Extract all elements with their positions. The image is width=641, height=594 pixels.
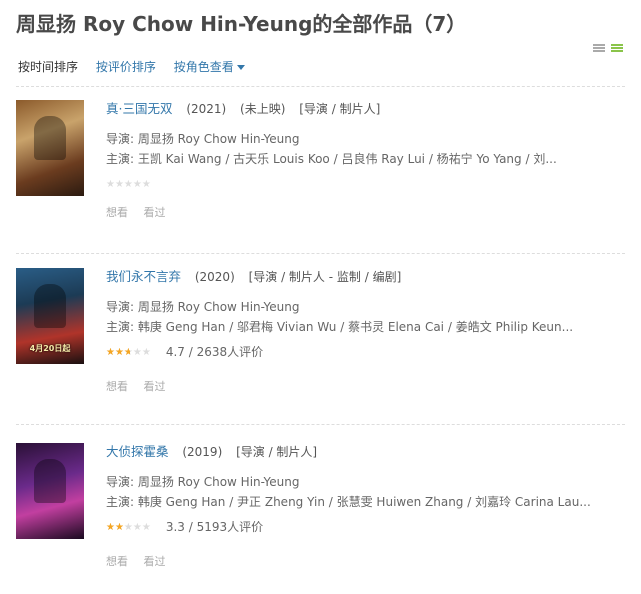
movie-cast: 主演: 韩庚 Geng Han / 邬君梅 Vivian Wu / 蔡书灵 El… bbox=[106, 320, 574, 334]
want-to-watch-button[interactable]: 想看 bbox=[106, 380, 128, 393]
rating-text: 4.7 / 2638人评价 bbox=[165, 345, 264, 359]
divider bbox=[16, 86, 625, 87]
rating-text: 3.3 / 5193人评价 bbox=[165, 520, 264, 534]
detail-view-icon[interactable] bbox=[611, 44, 623, 56]
rating: ★★★★★★★★★★ 3.3 / 5193人评价 bbox=[106, 519, 626, 535]
list-item: 大侦探霍桑 (2019) [导演 / 制片人] 导演: 周显扬 Roy Chow… bbox=[16, 443, 626, 593]
movie-title-link[interactable]: 大侦探霍桑 bbox=[106, 444, 169, 459]
divider bbox=[16, 253, 625, 254]
movie-title-link[interactable]: 真·三国无双 bbox=[106, 101, 172, 116]
caret-down-icon bbox=[236, 65, 245, 70]
sort-by-rating-link[interactable]: 按评价排序 bbox=[96, 60, 156, 74]
list-item: 真·三国无双 (2021) (未上映) [导演 / 制片人] 导演: 周显扬 R… bbox=[16, 100, 626, 250]
movie-poster[interactable] bbox=[16, 100, 84, 196]
star-rating: ★★★★★★★★★★ bbox=[106, 522, 151, 533]
list-item: 4月20日起 我们永不言弃 (2020) [导演 / 制片人 - 监制 / 编剧… bbox=[16, 268, 626, 418]
list-view-icon[interactable] bbox=[593, 44, 605, 56]
movie-director: 导演: 周显扬 Roy Chow Hin-Yeung bbox=[106, 132, 300, 146]
movie-cast: 主演: 韩庚 Geng Han / 尹正 Zheng Yin / 张慧雯 Hui… bbox=[106, 495, 591, 509]
movie-year: (2021) bbox=[186, 102, 227, 116]
watched-button[interactable]: 看过 bbox=[144, 206, 166, 219]
poster-figure bbox=[34, 459, 66, 503]
movie-roles: [导演 / 制片人 - 监制 / 编剧] bbox=[248, 270, 402, 284]
movie-cast: 主演: 王凯 Kai Wang / 古天乐 Louis Koo / 吕良伟 Ra… bbox=[106, 152, 557, 166]
want-to-watch-button[interactable]: 想看 bbox=[106, 206, 128, 219]
watched-button[interactable]: 看过 bbox=[144, 555, 166, 568]
movie-director: 导演: 周显扬 Roy Chow Hin-Yeung bbox=[106, 300, 300, 314]
movie-year: (2020) bbox=[194, 270, 235, 284]
sort-by-time: 按时间排序 bbox=[18, 60, 79, 74]
view-toggle bbox=[593, 44, 623, 56]
rating: ★★★★★★★★★★ bbox=[106, 176, 626, 192]
movie-poster[interactable]: 4月20日起 bbox=[16, 268, 84, 364]
page-title: 周显扬 Roy Chow Hin-Yeung的全部作品（7） bbox=[16, 12, 467, 36]
movie-roles: [导演 / 制片人] bbox=[236, 445, 318, 459]
movie-director: 导演: 周显扬 Roy Chow Hin-Yeung bbox=[106, 475, 300, 489]
poster-figure bbox=[34, 116, 66, 160]
rating: ★★★★★★★★★★ 4.7 / 2638人评价 bbox=[106, 344, 626, 360]
star-rating: ★★★★★★★★★★ bbox=[106, 347, 151, 358]
movie-poster[interactable] bbox=[16, 443, 84, 539]
star-rating: ★★★★★★★★★★ bbox=[106, 179, 151, 190]
movie-year: (2019) bbox=[182, 445, 223, 459]
view-by-role-dropdown[interactable]: 按角色查看 bbox=[174, 60, 245, 74]
watched-button[interactable]: 看过 bbox=[144, 380, 166, 393]
view-by-role-label: 按角色查看 bbox=[173, 60, 234, 74]
poster-figure bbox=[34, 284, 66, 328]
want-to-watch-button[interactable]: 想看 bbox=[106, 555, 128, 568]
movie-title-link[interactable]: 我们永不言弃 bbox=[106, 269, 181, 284]
movie-roles: [导演 / 制片人] bbox=[299, 102, 381, 116]
poster-date-text: 4月20日起 bbox=[29, 344, 71, 353]
divider bbox=[16, 424, 625, 425]
movie-status: (未上映) bbox=[240, 102, 286, 116]
sort-bar: 按时间排序 按评价排序 按角色查看 bbox=[18, 58, 259, 75]
